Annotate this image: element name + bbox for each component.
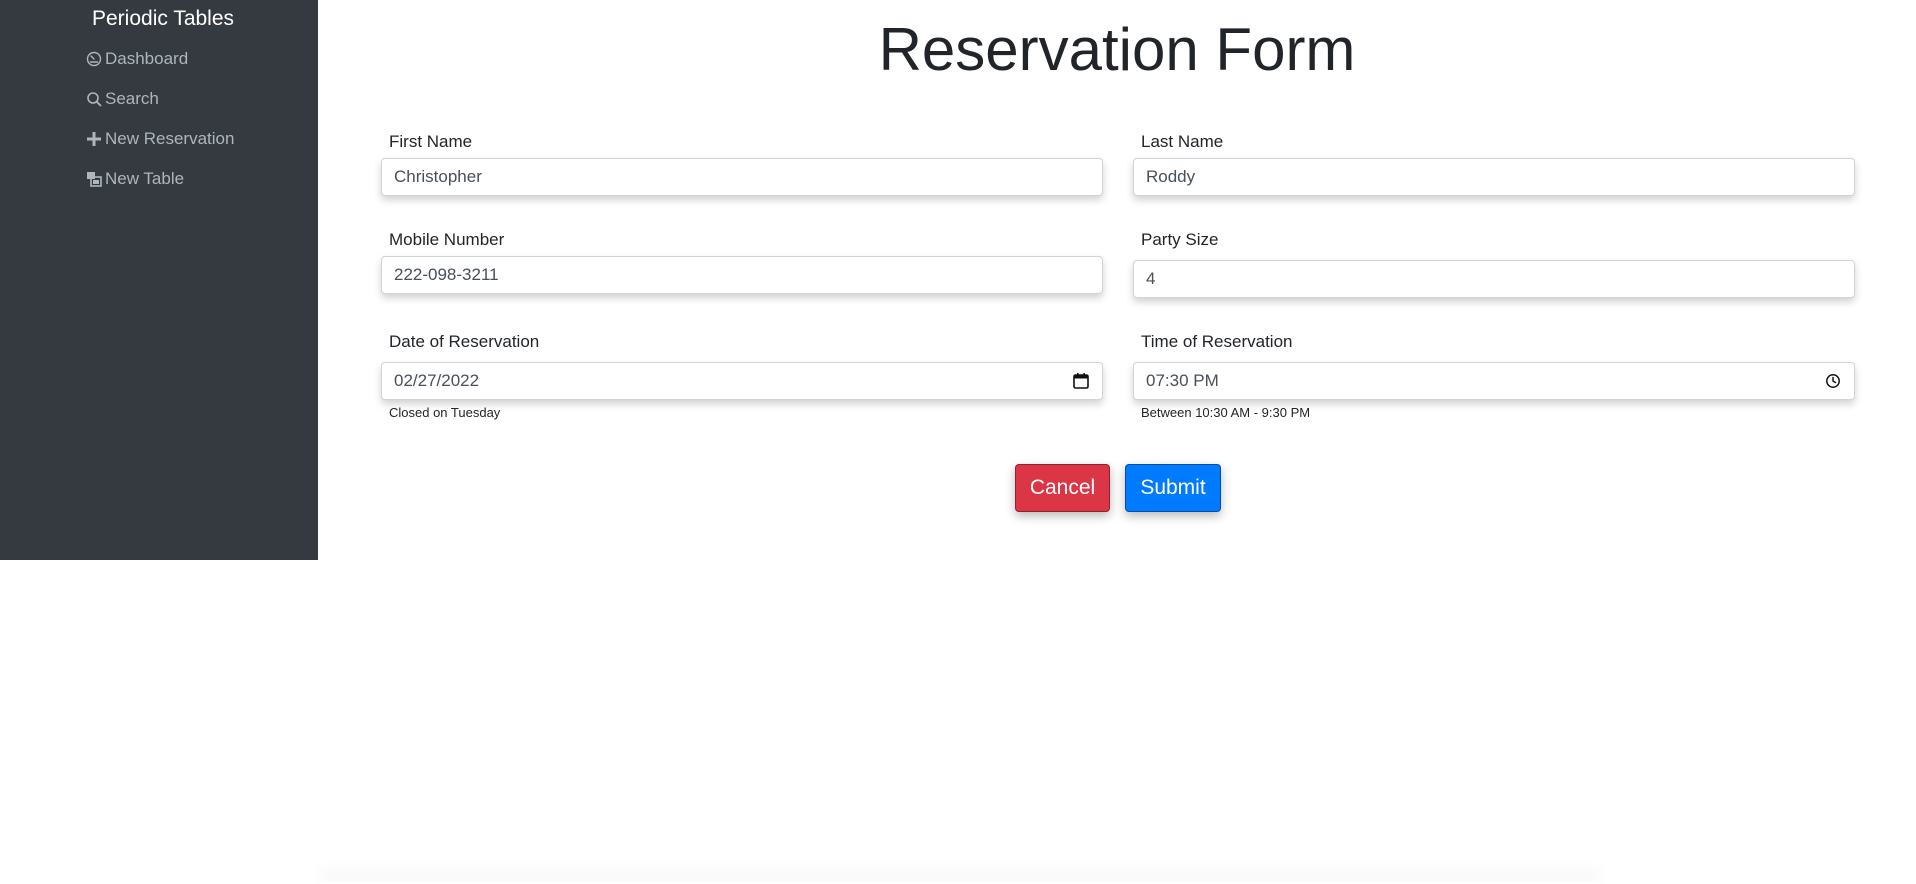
sidebar-item-label: New Table [105,169,185,188]
calendar-icon[interactable] [1072,372,1090,390]
time-input[interactable]: 07:30 PM [1133,362,1855,400]
cancel-button[interactable]: Cancel [1015,464,1110,512]
first-name-input[interactable]: Christopher [381,158,1103,196]
time-value: 07:30 PM [1146,371,1219,390]
party-size-label: Party Size [1141,230,1219,249]
sidebar-item-label: New Reservation [105,129,235,148]
first-name-value: Christopher [394,167,482,186]
mobile-number-input[interactable]: 222-098-3211 [381,256,1103,294]
sidebar-item-new-reservation[interactable]: New Reservation [86,128,234,150]
mobile-number-value: 222-098-3211 [394,265,499,284]
party-size-input[interactable]: 4 [1133,260,1855,298]
last-name-input[interactable]: Roddy [1133,158,1855,196]
search-icon [86,91,102,107]
date-help-text: Closed on Tuesday [389,405,501,420]
submit-button[interactable]: Submit [1125,464,1221,512]
sidebar-item-label: Dashboard [105,49,189,68]
first-name-label: First Name [389,132,473,151]
clock-icon[interactable] [1824,372,1842,390]
page-title: Reservation Form [878,16,1356,83]
sidebar-item-new-table[interactable]: New Table [86,168,184,190]
last-name-value: Roddy [1146,167,1196,186]
date-label: Date of Reservation [389,332,540,351]
sidebar-item-dashboard[interactable]: Dashboard [86,48,188,70]
plus-icon [86,131,102,147]
sidebar-item-search[interactable]: Search [86,88,159,110]
party-size-value: 4 [1146,269,1156,288]
tables-icon [86,171,102,187]
last-name-label: Last Name [1141,132,1224,151]
date-value: 02/27/2022 [394,371,480,390]
sidebar: Periodic Tables Dashboard Search New Res… [0,0,318,560]
dashboard-icon [86,51,102,67]
time-help-text: Between 10:30 AM - 9:30 PM [1141,405,1311,420]
date-input[interactable]: 02/27/2022 [381,362,1103,400]
mobile-number-label: Mobile Number [389,230,505,249]
brand-title[interactable]: Periodic Tables [92,6,234,32]
time-label: Time of Reservation [1141,332,1293,351]
sidebar-item-label: Search [105,89,159,108]
